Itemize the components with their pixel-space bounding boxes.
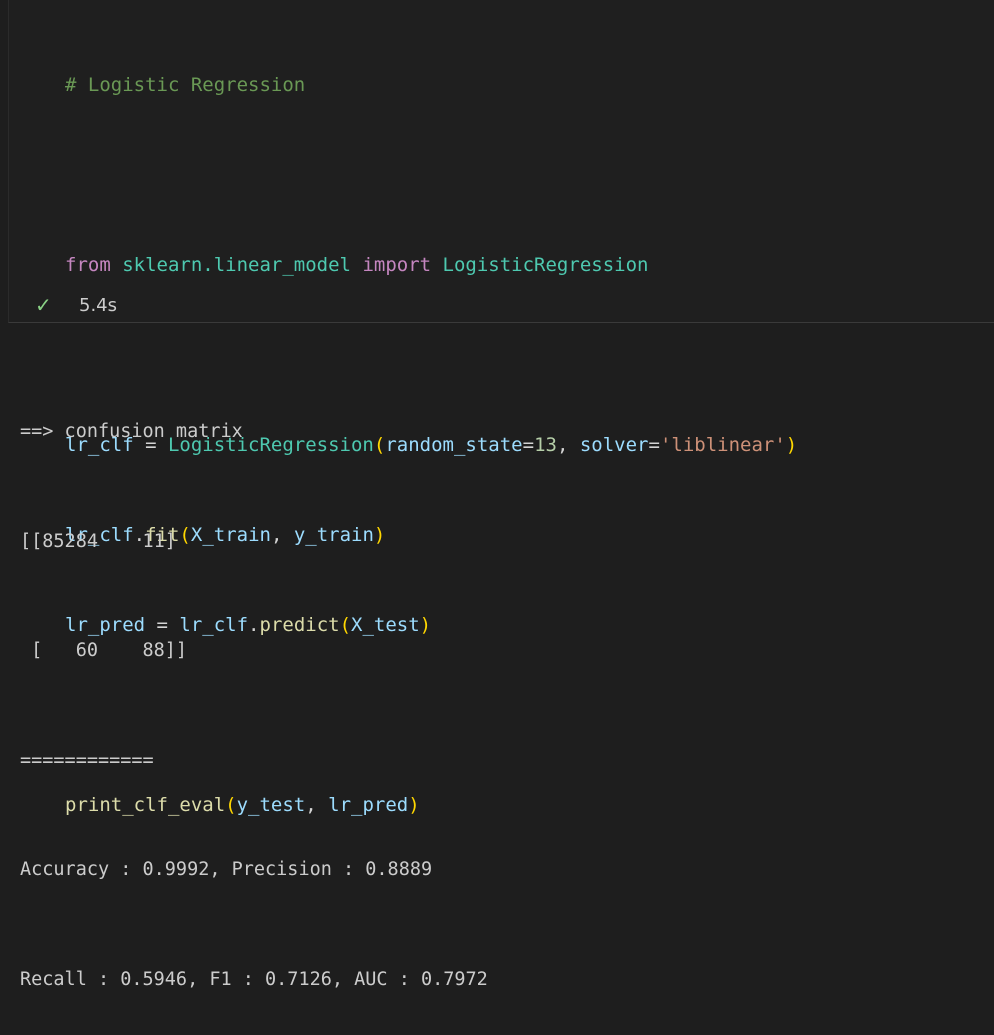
operator-eq: = (648, 434, 660, 456)
paren-close: ) (785, 434, 798, 456)
output-line: [ 60 88]] (20, 640, 188, 661)
module-name: sklearn.linear_model (122, 254, 351, 276)
code-line-import: from sklearn.linear_model import Logisti… (65, 250, 797, 280)
value-13: 13 (534, 434, 557, 456)
imported-class: LogisticRegression (442, 254, 649, 276)
code-line-comment: # Logistic Regression (65, 70, 797, 100)
keyword-from: from (65, 254, 111, 276)
output-line: Accuracy : 0.9992, Precision : 0.8889 (20, 859, 433, 880)
output-line: [[85284 11] (20, 530, 176, 552)
output-line: ==> confusion matrix (20, 421, 243, 442)
param-solver: solver (579, 434, 649, 456)
check-icon: ✓ (35, 293, 52, 317)
output-line: Recall : 0.5946, F1 : 0.7126, AUC : 0.79… (20, 968, 488, 990)
value-liblinear: 'liblinear' (659, 434, 786, 456)
separator: , (556, 434, 580, 456)
execution-time: 5.4s (79, 294, 118, 316)
operator-eq: = (522, 434, 535, 456)
execution-status: ✓ 5.4s (35, 292, 117, 318)
output-line: ============ (20, 749, 154, 771)
keyword-import: import (362, 254, 432, 276)
cell-output: ==> confusion matrix [[85284 11] [ 60 88… (20, 341, 488, 1035)
code-cell[interactable]: # Logistic Regression from sklearn.linea… (8, 0, 994, 816)
code-comment: # Logistic Regression (65, 74, 306, 96)
